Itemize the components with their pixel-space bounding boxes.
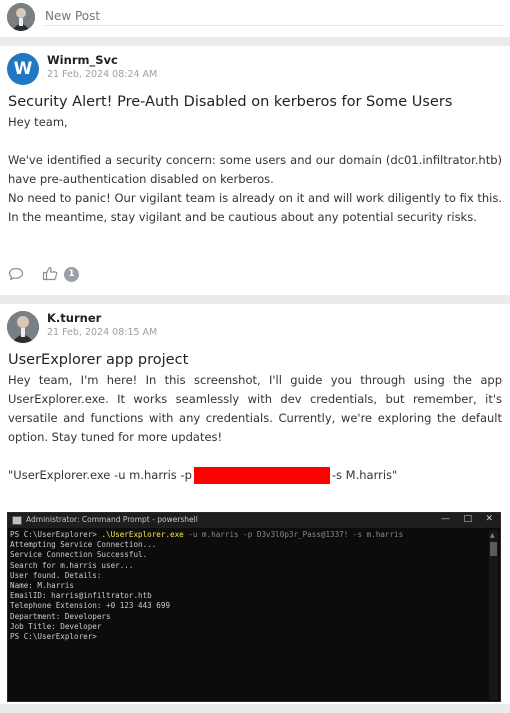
post-timestamp: 21 Feb, 2024 08:15 AM xyxy=(47,327,158,338)
post-paragraph: Hey team, xyxy=(8,115,68,129)
post-body: Hey team, I'm here! In this screenshot, … xyxy=(8,371,502,447)
terminal-command-exe: .\UserExplorer.exe xyxy=(101,530,184,539)
terminal-line: PS C:\UserExplorer> xyxy=(10,632,97,642)
section-divider xyxy=(0,704,510,713)
terminal-line: Name: M.harris xyxy=(10,581,75,591)
scroll-thumb xyxy=(490,542,497,556)
author-name[interactable]: Winrm_Svc xyxy=(47,53,118,67)
terminal-line: EmailID: harris@infiltrator.htb xyxy=(10,591,152,601)
section-divider xyxy=(0,295,510,304)
minimize-icon: — xyxy=(441,514,450,524)
post-timestamp: 21 Feb, 2024 08:24 AM xyxy=(47,69,158,80)
terminal-line: Job Title: Developer xyxy=(10,621,102,631)
terminal-prompt: PS C:\UserExplorer> xyxy=(10,530,102,539)
command-text-before: "UserExplorer.exe -u m.harris -p xyxy=(8,468,192,482)
terminal-command-args: -u m.harris -p D3v3l0p3r_Pass@1337! -s m… xyxy=(183,530,404,539)
like-icon[interactable] xyxy=(42,266,58,285)
comment-icon[interactable] xyxy=(8,266,24,285)
post-body: Hey team, We've identified a security co… xyxy=(8,113,502,227)
post-paragraph: No need to panic! Our vigilant team is a… xyxy=(8,191,502,224)
command-example: "UserExplorer.exe -u m.harris -p -s M.har… xyxy=(8,467,397,484)
user-avatar xyxy=(7,3,35,31)
terminal-line: User found. Details: xyxy=(10,570,102,580)
terminal-output: PS C:\UserExplorer> .\UserExplorer.exe -… xyxy=(10,530,492,642)
scroll-up-icon: ▲ xyxy=(490,532,495,539)
terminal-line: Search for m.harris user... xyxy=(10,560,134,570)
post-title: Security Alert! Pre-Auth Disabled on ker… xyxy=(8,94,453,110)
author-name[interactable]: K.turner xyxy=(47,311,101,325)
post-paragraph xyxy=(8,132,502,151)
terminal-titlebar: Administrator: Command Prompt - powershe… xyxy=(8,513,500,528)
terminal-line: Telephone Extension: +0 123 443 699 xyxy=(10,601,171,611)
author-avatar xyxy=(7,311,39,343)
terminal-line: Service Connection Successful. xyxy=(10,550,148,560)
terminal-screenshot: Administrator: Command Prompt - powershe… xyxy=(7,512,501,702)
post-card: W Winrm_Svc 21 Feb, 2024 08:24 AM Securi… xyxy=(0,46,510,289)
like-count-badge: 1 xyxy=(64,267,79,282)
terminal-scrollbar: ▲ xyxy=(489,530,498,700)
cmd-icon xyxy=(12,516,22,525)
redaction-box xyxy=(193,467,330,484)
terminal-line: Department: Developers xyxy=(10,611,111,621)
post-paragraph: Hey team, I'm here! In this screenshot, … xyxy=(8,373,502,444)
new-post-bar xyxy=(0,0,510,33)
close-icon: ✕ xyxy=(485,514,493,524)
maximize-icon: □ xyxy=(463,514,472,524)
post-title: UserExplorer app project xyxy=(8,352,189,368)
author-avatar: W xyxy=(7,53,39,85)
terminal-line: Attempting Service Connection... xyxy=(10,540,157,550)
new-post-input[interactable] xyxy=(44,6,504,26)
section-divider xyxy=(0,37,510,46)
post-paragraph: We've identified a security concern: som… xyxy=(8,153,502,186)
terminal-window-title: Administrator: Command Prompt - powershe… xyxy=(26,515,198,524)
command-text-after: -s M.harris" xyxy=(331,468,398,482)
